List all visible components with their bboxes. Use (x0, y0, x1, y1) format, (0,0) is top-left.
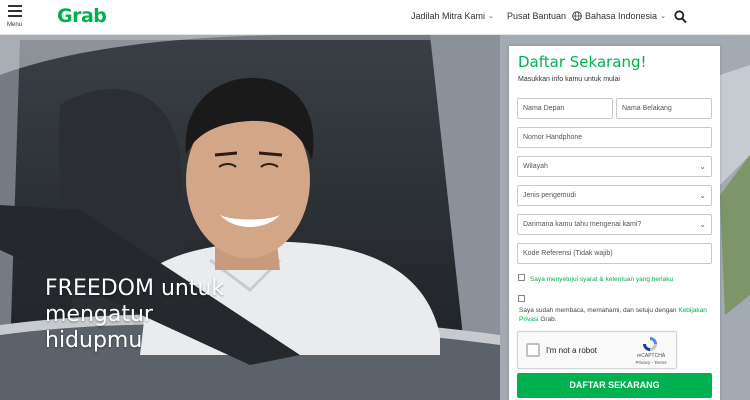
first-name-input[interactable]: Nama Depan (517, 98, 613, 119)
hero-tagline: FREEDOM untuk mengatur hidupmu (45, 276, 305, 354)
last-name-input[interactable]: Nama Belakang (616, 98, 712, 119)
chevron-down-icon: ⌄ (699, 162, 706, 171)
privacy-prefix: Saya sudah membaca, memahami, dan setuju… (519, 307, 677, 314)
search-icon[interactable] (674, 10, 687, 24)
region-select[interactable]: Wilayah ⌄ (517, 156, 712, 177)
grab-logo[interactable]: Grab (57, 5, 107, 27)
driver-type-select[interactable]: Jenis pengemudi ⌄ (517, 185, 712, 206)
chevron-down-icon: ⌄ (488, 13, 494, 20)
nav-item-mitra[interactable]: Jadilah Mitra Kami ⌄ (411, 11, 494, 21)
menu-button[interactable]: Menu (7, 5, 25, 31)
chevron-down-icon: ⌄ (699, 191, 706, 200)
nav-item-label: Pusat Bantuan (507, 11, 567, 21)
nav-item-help[interactable]: Pusat Bantuan (507, 11, 566, 21)
driver-type-select-value: Jenis pengemudi (523, 192, 576, 199)
menu-label: Menu (7, 22, 23, 28)
privacy-text: Saya sudah membaca, memahami, dan setuju… (519, 306, 714, 324)
form-subtitle: Masukkan info kamu untuk mulai (518, 76, 620, 83)
signup-form: Daftar Sekarang! Masukkan info kamu untu… (509, 46, 720, 400)
terms-checkbox[interactable] (518, 274, 525, 281)
terms-link[interactable]: Saya menyetujui syarat & ketentuan yang … (530, 276, 673, 283)
form-title: Daftar Sekarang! (518, 53, 647, 71)
privacy-checkbox[interactable] (518, 295, 525, 302)
hamburger-icon-bar (8, 15, 22, 17)
recaptcha-brand: reCAPTCHA (636, 353, 666, 359)
recaptcha-label: I'm not a robot (546, 346, 597, 355)
source-select-value: Darimana kamu tahu mengenai kami? (523, 221, 642, 228)
language-label: Bahasa Indonesia (585, 11, 658, 21)
submit-button[interactable]: DAFTAR SEKARANG (517, 373, 712, 398)
recaptcha-links[interactable]: Privacy - Terms (630, 360, 672, 365)
phone-input[interactable]: Nomor Handphone (517, 127, 712, 148)
top-navbar: Menu Grab Jadilah Mitra Kami ⌄ Pusat Ban… (0, 0, 750, 35)
recaptcha-widget: I'm not a robot reCAPTCHA Privacy - Term… (517, 331, 677, 369)
tagline-line: FREEDOM untuk (45, 276, 225, 301)
globe-icon (572, 11, 582, 21)
region-select-value: Wilayah (523, 163, 548, 170)
language-selector[interactable]: Bahasa Indonesia ⌄ (572, 11, 666, 21)
source-select[interactable]: Darimana kamu tahu mengenai kami? ⌄ (517, 214, 712, 235)
tagline-line: mengatur (45, 302, 153, 327)
chevron-down-icon: ⌄ (699, 220, 706, 229)
privacy-suffix: Grab. (540, 316, 557, 323)
chevron-down-icon: ⌄ (660, 13, 666, 20)
recaptcha-checkbox[interactable] (526, 343, 540, 357)
nav-item-label: Jadilah Mitra Kami (411, 11, 486, 21)
referral-code-input[interactable]: Kode Referensi (Tidak wajib) (517, 243, 712, 264)
hamburger-icon (8, 5, 22, 7)
hamburger-icon-bar (8, 10, 22, 12)
tagline-line: hidupmu (45, 328, 143, 353)
recaptcha-icon (643, 337, 657, 351)
